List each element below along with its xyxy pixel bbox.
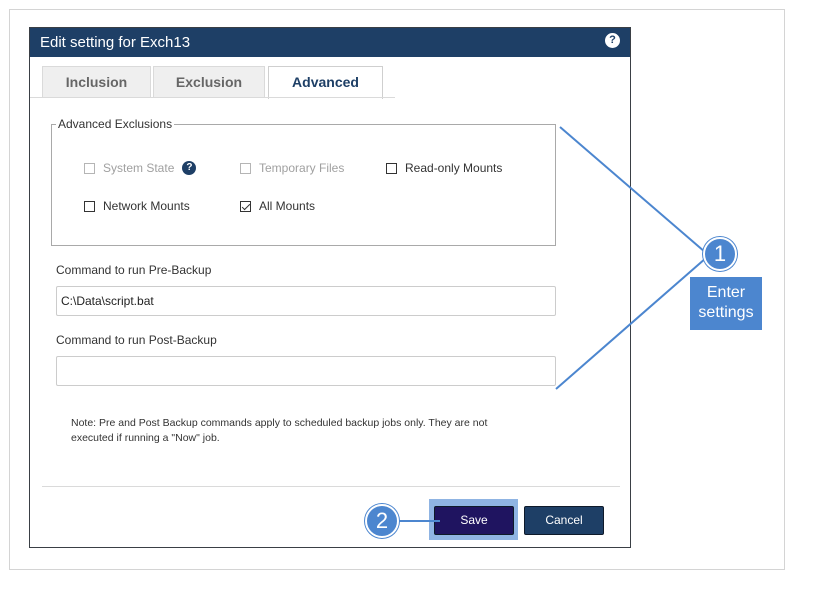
advanced-exclusions-legend: Advanced Exclusions [58,117,173,131]
network-mounts-checkbox[interactable] [84,200,95,212]
dialog-title: Edit setting for Exch13 [40,34,191,51]
edit-setting-dialog: Edit setting for Exch13 ? Inclusion Excl… [29,27,631,548]
readonly-mounts-option: Read-only Mounts [386,161,502,175]
system-state-help-icon[interactable]: ? [182,161,197,175]
pre-backup-input[interactable] [56,286,556,316]
tab-inclusion[interactable]: Inclusion [42,66,151,97]
temporary-files-option: Temporary Files [240,161,344,175]
temporary-files-label: Temporary Files [259,161,345,175]
note-line-1: Note: Pre and Post Backup commands apply… [71,417,488,429]
help-icon[interactable]: ? [605,33,620,48]
tab-bar: Inclusion Exclusion Advanced [42,66,394,99]
readonly-mounts-label: Read-only Mounts [405,161,503,175]
dialog-titlebar: Edit setting for Exch13 ? [30,28,630,57]
cancel-button[interactable]: Cancel [524,506,604,535]
network-mounts-label: Network Mounts [103,199,190,213]
network-mounts-option: Network Mounts [84,199,190,213]
footer-divider [42,486,620,487]
callout-text-line-1: Enter [706,284,746,301]
save-button[interactable]: Save [434,506,514,535]
enter-settings-callout: Enter settings [690,277,762,330]
step-2-badge: 2 [365,504,399,538]
system-state-label: System State [103,161,175,175]
tab-divider [30,97,395,98]
all-mounts-label: All Mounts [259,199,316,213]
step-1-badge: 1 [703,237,737,271]
note-line-2: executed if running a "Now" job. [71,432,220,444]
tab-advanced[interactable]: Advanced [268,66,383,99]
all-mounts-option: All Mounts [240,199,315,213]
post-backup-input[interactable] [56,356,556,386]
advanced-exclusions-group: Advanced Exclusions System State ? Tempo… [51,117,556,246]
post-backup-label: Command to run Post-Backup [56,333,217,347]
pre-backup-label: Command to run Pre-Backup [56,263,212,277]
readonly-mounts-checkbox[interactable] [386,162,397,174]
backup-note: Note: Pre and Post Backup commands apply… [71,416,521,446]
all-mounts-checkbox[interactable] [240,200,251,212]
tab-exclusion[interactable]: Exclusion [153,66,265,97]
callout-text-line-2: settings [698,304,754,321]
system-state-checkbox[interactable] [84,162,95,174]
system-state-option: System State ? [84,161,197,175]
temporary-files-checkbox[interactable] [240,162,251,174]
